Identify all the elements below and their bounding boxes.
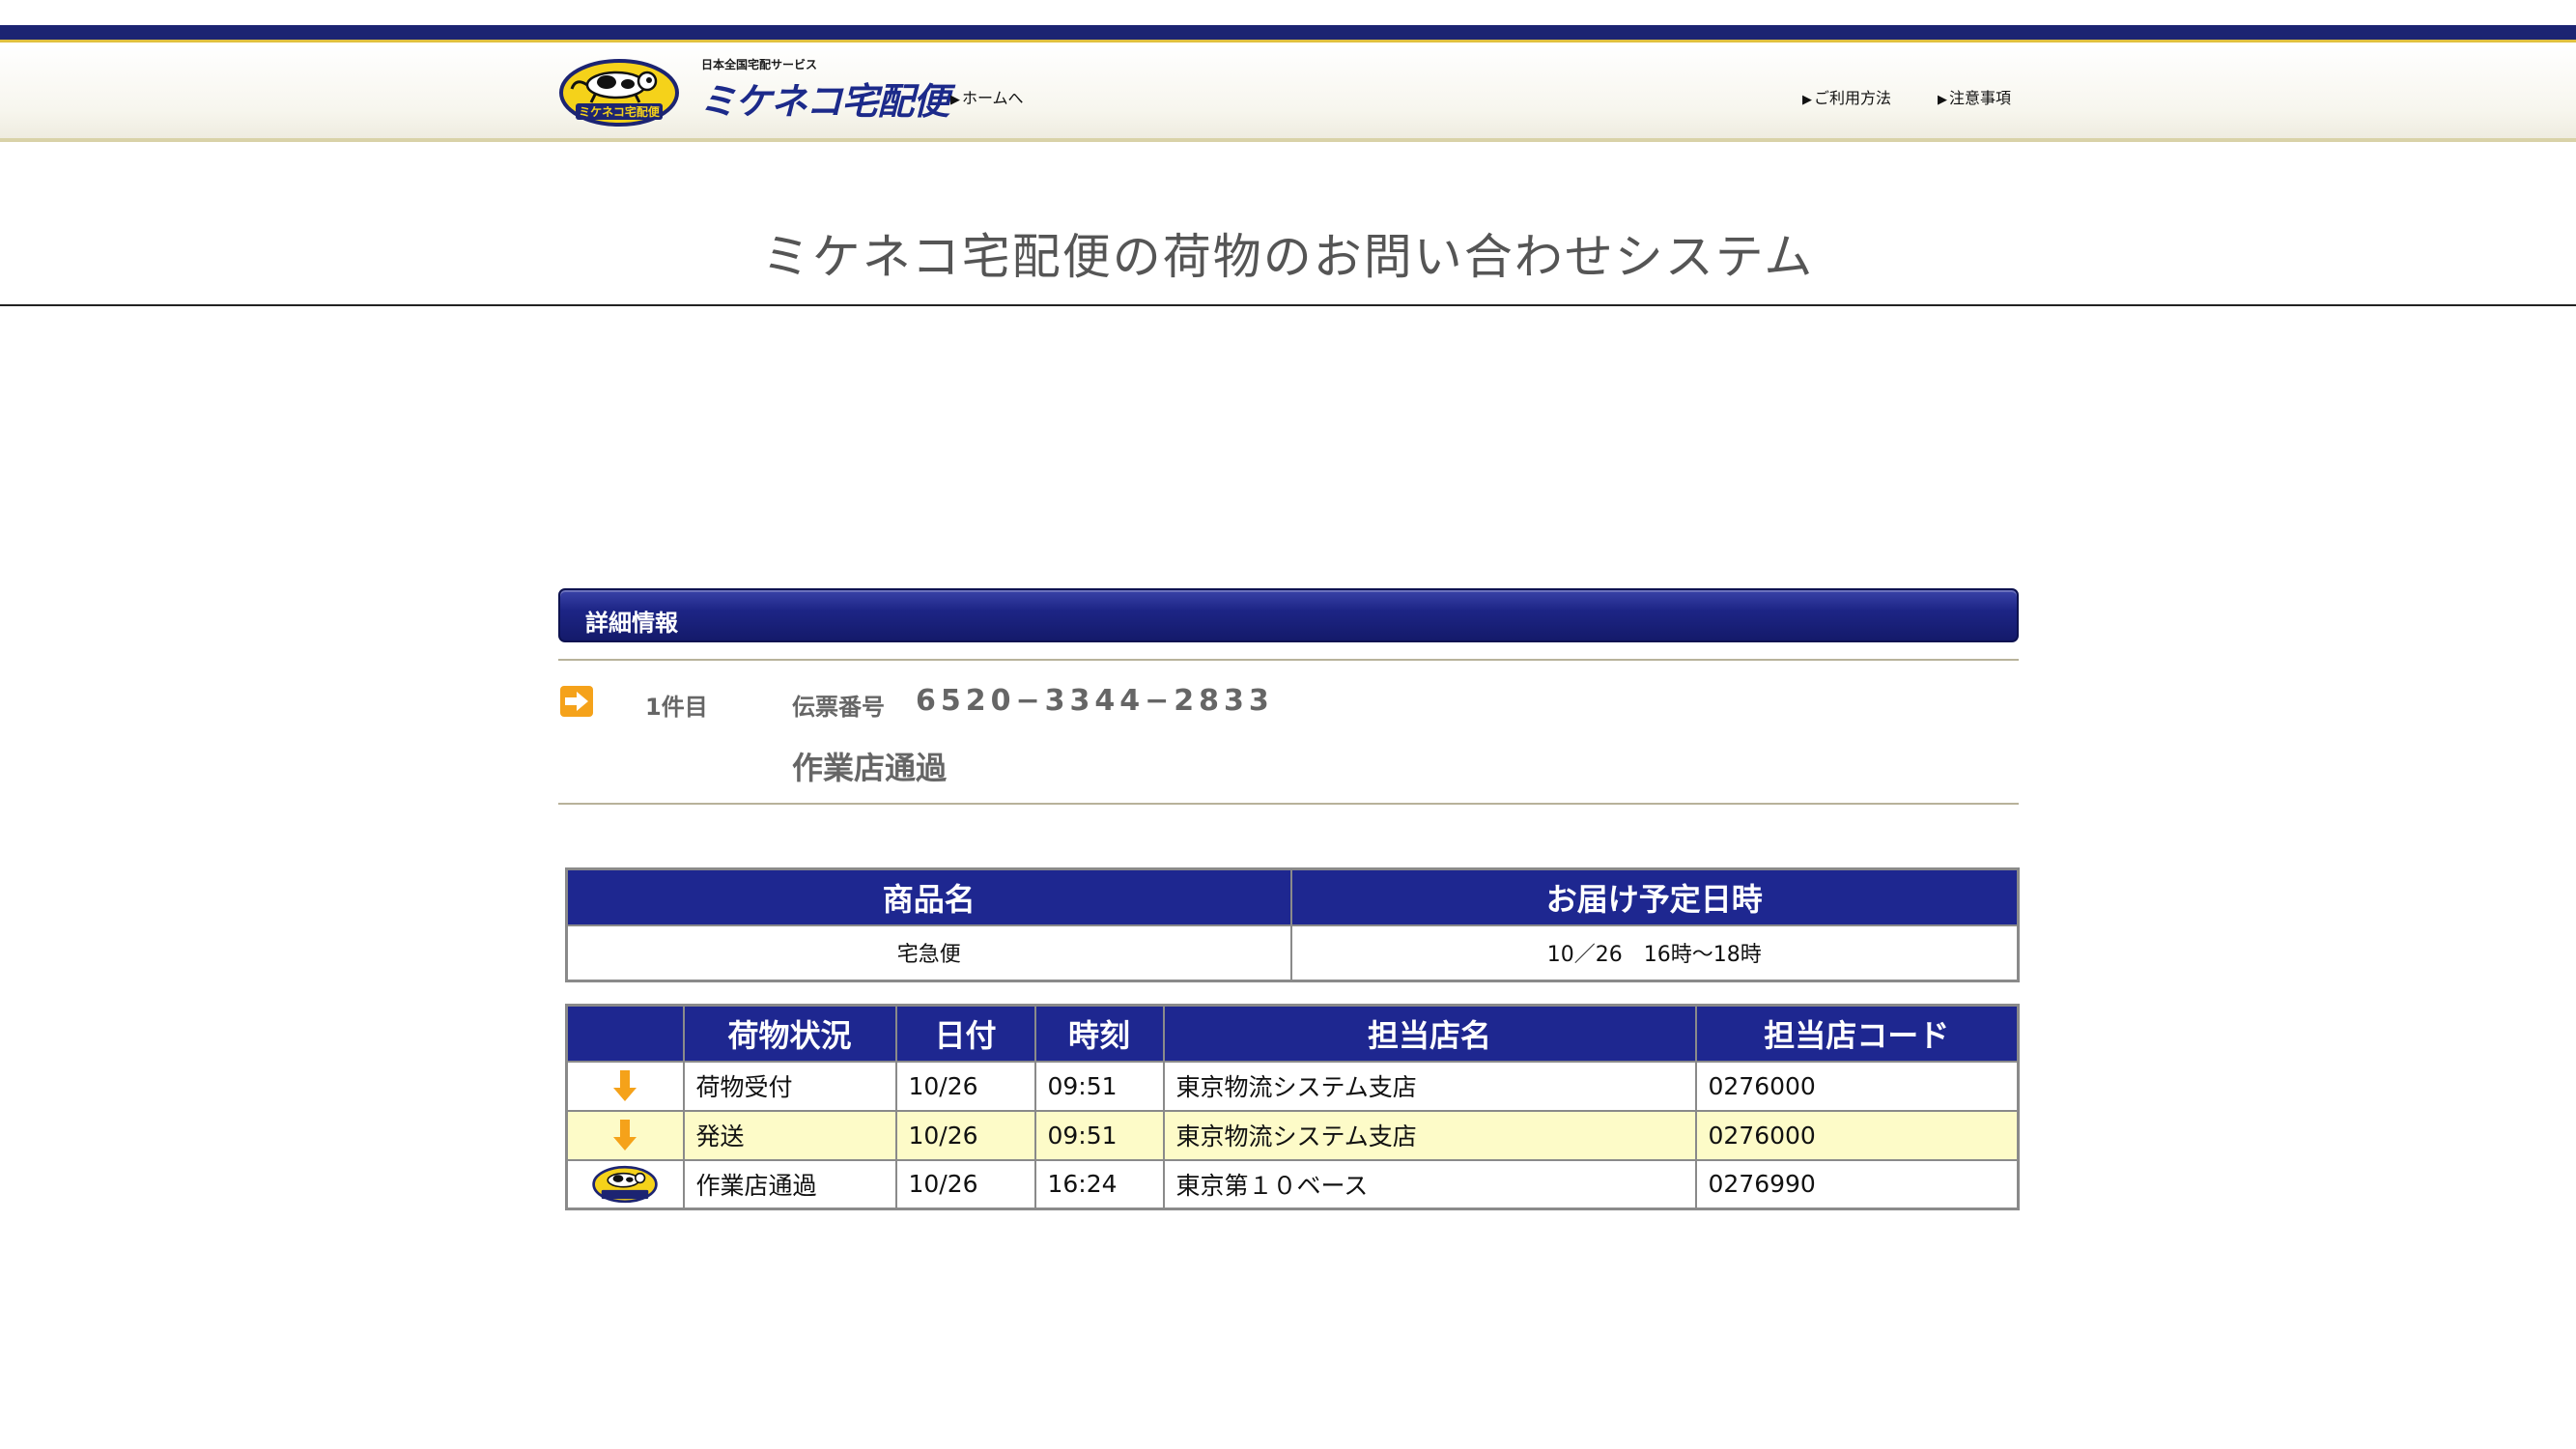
item-index: 1件目 xyxy=(645,694,708,721)
table-header: 担当店名 xyxy=(1162,1004,1697,1063)
date-cell: 10/26 xyxy=(894,1109,1036,1161)
store-code-cell: 0276000 xyxy=(1694,1109,2020,1161)
slip-number-label: 伝票番号 xyxy=(792,694,885,721)
table-header: 時刻 xyxy=(1033,1004,1165,1063)
store-name-cell: 東京第１０ベース xyxy=(1162,1158,1697,1210)
status-cell: 作業店通過 xyxy=(682,1158,897,1210)
triangle-right-icon: ▶ xyxy=(950,93,960,107)
table-header: 担当店コード xyxy=(1694,1004,2020,1063)
status-cell: 荷物受付 xyxy=(682,1060,897,1112)
divider xyxy=(558,659,2019,661)
store-code-cell: 0276990 xyxy=(1694,1158,2020,1210)
current-status: 作業店通過 xyxy=(792,750,948,786)
header-top-stripe xyxy=(0,25,2576,43)
table-row: 宅急便 10／26 16時〜18時 xyxy=(565,923,2020,982)
table-header: お届け予定日時 xyxy=(1289,867,2020,926)
status-cell: 発送 xyxy=(682,1109,897,1161)
table-header: 商品名 xyxy=(565,867,1292,926)
svg-text:ミケネコ宅配便: ミケネコ宅配便 xyxy=(579,104,661,119)
triangle-right-icon: ▶ xyxy=(1938,93,1947,107)
cat-logo-icon xyxy=(592,1165,658,1203)
triangle-right-icon: ▶ xyxy=(1802,93,1812,107)
down-arrow-icon xyxy=(612,1070,637,1101)
nav-home-link[interactable]: ▶ ホームへ xyxy=(950,85,1024,108)
time-cell: 09:51 xyxy=(1033,1060,1165,1112)
right-arrow-icon xyxy=(560,686,593,717)
time-cell: 16:24 xyxy=(1033,1158,1165,1210)
slip-number-value: 6520−3344−2833 xyxy=(916,684,1274,718)
site-header: ミケネコ宅配便 日本全国宅配サービス ミケネコ宅配便 ▶ ホームへ ▶ ご利用方法 … xyxy=(558,50,2019,137)
title-divider xyxy=(0,304,2576,306)
divider xyxy=(558,803,2019,805)
date-cell: 10/26 xyxy=(894,1060,1036,1112)
nav-usage-label: ご利用方法 xyxy=(1814,89,1892,107)
nav-home-label: ホームへ xyxy=(962,89,1024,107)
store-name-cell: 東京物流システム支店 xyxy=(1162,1060,1697,1112)
status-history-table: 荷物状況 日付 時刻 担当店名 担当店コード 荷物受付 10/26 09:51 … xyxy=(565,1004,2020,1210)
date-cell: 10/26 xyxy=(894,1158,1036,1210)
product-name-cell: 宅急便 xyxy=(565,923,1292,982)
down-arrow-icon xyxy=(612,1120,637,1151)
logo-text[interactable]: ミケネコ宅配便 xyxy=(699,71,949,125)
page-title: ミケネコ宅配便の荷物のお問い合わせシステム xyxy=(761,229,1815,285)
status-icon-cell xyxy=(565,1109,685,1161)
table-header: 日付 xyxy=(894,1004,1036,1063)
nav-notes-label: 注意事項 xyxy=(1949,89,2012,107)
product-table: 商品名 お届け予定日時 宅急便 10／26 16時〜18時 xyxy=(565,867,2020,982)
table-header-icon xyxy=(565,1004,685,1063)
table-row: 発送 10/26 09:51 東京物流システム支店 0276000 xyxy=(565,1109,2020,1161)
delivery-time-cell: 10／26 16時〜18時 xyxy=(1289,923,2020,982)
nav-usage-link[interactable]: ▶ ご利用方法 xyxy=(1802,85,1891,108)
section-title: 詳細情報 xyxy=(585,610,678,637)
section-header: 詳細情報 xyxy=(558,588,2019,642)
status-icon-cell xyxy=(565,1060,685,1112)
cat-logo-icon[interactable]: ミケネコ宅配便 xyxy=(558,58,680,128)
logo-tagline: 日本全国宅配サービス xyxy=(701,58,818,71)
table-row: 荷物受付 10/26 09:51 東京物流システム支店 0276000 xyxy=(565,1060,2020,1112)
nav-notes-link[interactable]: ▶ 注意事項 xyxy=(1938,85,2011,108)
table-row: 作業店通過 10/26 16:24 東京第１０ベース 0276990 xyxy=(565,1158,2020,1210)
status-icon-cell xyxy=(565,1158,685,1210)
store-code-cell: 0276000 xyxy=(1694,1060,2020,1112)
store-name-cell: 東京物流システム支店 xyxy=(1162,1109,1697,1161)
table-header: 荷物状況 xyxy=(682,1004,897,1063)
time-cell: 09:51 xyxy=(1033,1109,1165,1161)
